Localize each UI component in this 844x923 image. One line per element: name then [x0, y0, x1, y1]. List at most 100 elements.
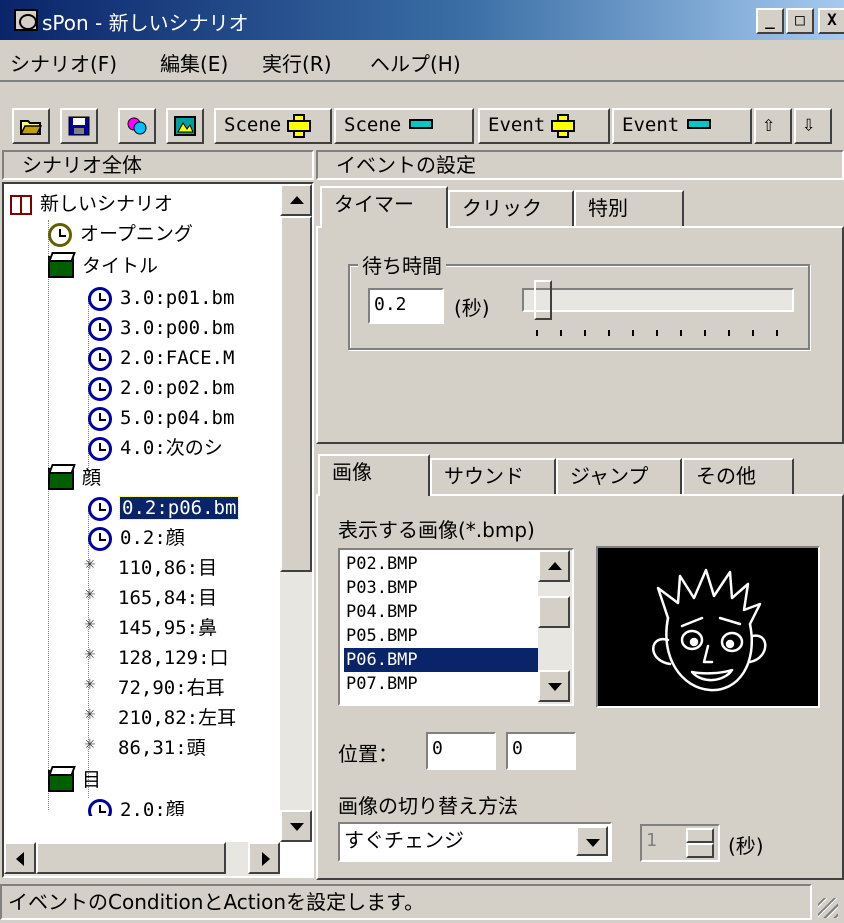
- switch-seconds-stepper[interactable]: 1: [640, 824, 720, 862]
- timer-clock-icon: [88, 798, 112, 816]
- timer-clock-icon: [88, 406, 112, 431]
- tree-node-click[interactable]: 210,82:左耳: [84, 700, 236, 732]
- save-button[interactable]: [60, 108, 98, 144]
- tree-node-opening[interactable]: オープニング: [48, 218, 193, 248]
- close-button[interactable]: X: [818, 8, 844, 34]
- tree-node-click[interactable]: 86,31:頭: [84, 730, 206, 762]
- scene-remove-button[interactable]: Scene: [334, 108, 474, 144]
- position-x-input[interactable]: 0: [426, 732, 496, 770]
- book-icon: [10, 194, 32, 215]
- tab-jump[interactable]: ジャンプ: [556, 458, 682, 496]
- event-add-button[interactable]: Event: [478, 108, 610, 144]
- click-cursor-icon: [84, 700, 110, 732]
- click-cursor-icon: [84, 610, 110, 642]
- tree-hscroll-thumb[interactable]: [36, 842, 226, 874]
- tree-node-root[interactable]: 新しいシナリオ: [10, 188, 173, 218]
- switch-method-label: 画像の切り替え方法: [338, 794, 518, 818]
- tab-special[interactable]: 特別: [574, 190, 684, 228]
- tree-node-event[interactable]: 2.0:p02.bm: [88, 372, 234, 402]
- tree-node-event[interactable]: 4.0:次のシ: [88, 432, 223, 462]
- wait-time-unit: (秒): [454, 296, 490, 320]
- scenario-tree[interactable]: 新しいシナリオ オープニング タイトル 3.0:p01.bm 3.0:p00.b…: [2, 182, 314, 878]
- tab-sound[interactable]: サウンド: [430, 458, 556, 496]
- tree-node-event[interactable]: 2.0:FACE.M: [88, 342, 234, 372]
- tree-node-event-selected[interactable]: 0.2:p06.bm: [88, 492, 240, 522]
- save-disk-icon: [68, 116, 90, 136]
- list-item[interactable]: P04.BMP: [344, 600, 540, 624]
- maximize-button[interactable]: □: [786, 8, 814, 34]
- position-y-input[interactable]: 0: [506, 732, 576, 770]
- scene-clapper-icon: [48, 255, 74, 278]
- tree-node-click[interactable]: 145,95:鼻: [84, 610, 217, 642]
- scene-clapper-icon: [48, 769, 74, 792]
- menu-scenario[interactable]: シナリオ(F): [10, 48, 117, 77]
- timer-clock-icon: [88, 376, 112, 401]
- status-bar: イベントのConditionとActionを設定します。: [0, 884, 844, 923]
- tree-scroll-thumb[interactable]: [280, 216, 312, 572]
- open-button[interactable]: [12, 108, 50, 144]
- switch-method-select[interactable]: すぐチェンジ: [338, 822, 612, 862]
- run-icon: [127, 117, 147, 135]
- list-item[interactable]: P07.BMP: [344, 672, 540, 696]
- click-cursor-icon: [84, 670, 110, 702]
- run-button[interactable]: [118, 108, 156, 144]
- tree-node-event[interactable]: 3.0:p00.bm: [88, 312, 234, 342]
- list-scroll-up-button[interactable]: [538, 550, 570, 582]
- tree-node-scene-eye[interactable]: 目: [48, 764, 101, 794]
- tree-node-event[interactable]: 2.0:顔: [88, 794, 185, 816]
- switch-seconds-unit: (秒): [728, 834, 764, 858]
- tree-node-click[interactable]: 110,86:目: [84, 550, 217, 582]
- list-scroll-thumb[interactable]: [538, 596, 570, 628]
- event-remove-label: Event: [622, 114, 680, 136]
- image-file-list[interactable]: P02.BMP P03.BMP P04.BMP P05.BMP P06.BMP …: [338, 548, 574, 706]
- click-cursor-icon: [84, 640, 110, 672]
- tree-scroll-left-button[interactable]: [4, 842, 36, 874]
- plus-icon: [287, 114, 312, 138]
- position-label: 位置：: [338, 742, 398, 766]
- tree-node-event[interactable]: 5.0:p04.bm: [88, 402, 234, 432]
- tree-scroll-right-button[interactable]: [248, 842, 280, 874]
- timer-clock-icon: [88, 316, 112, 341]
- timer-clock-icon: [88, 436, 112, 461]
- tree-node-click[interactable]: 72,90:右耳: [84, 670, 225, 702]
- tab-image[interactable]: 画像: [318, 454, 430, 496]
- tree-node-event[interactable]: 3.0:p01.bm: [88, 282, 234, 312]
- minimize-button[interactable]: _: [756, 8, 784, 34]
- scene-image-button[interactable]: [166, 108, 204, 144]
- tree-node-scene-face[interactable]: 顔: [48, 462, 101, 492]
- scene-add-button[interactable]: Scene: [214, 108, 332, 144]
- list-scroll-down-button[interactable]: [538, 670, 570, 702]
- tree-scroll-down-button[interactable]: [280, 810, 312, 842]
- list-item[interactable]: P02.BMP: [344, 552, 540, 576]
- tree-node-scene-title[interactable]: タイトル: [48, 250, 158, 280]
- move-down-button[interactable]: ⇩: [794, 108, 832, 144]
- tab-click[interactable]: クリック: [448, 190, 574, 228]
- event-add-label: Event: [488, 114, 546, 136]
- scenario-header: シナリオ全体: [2, 150, 314, 180]
- stepper-down-icon[interactable]: [686, 843, 714, 858]
- chevron-down-icon[interactable]: [576, 826, 608, 856]
- menu-edit[interactable]: 編集(E): [160, 48, 228, 77]
- tree-scroll-up-button[interactable]: [280, 184, 312, 216]
- resize-grip-icon[interactable]: [818, 898, 838, 918]
- wait-time-slider-track[interactable]: [522, 288, 794, 312]
- tree-node-event[interactable]: 0.2:顔: [88, 522, 185, 552]
- stepper-up-icon[interactable]: [686, 828, 714, 843]
- move-up-button[interactable]: ⇧: [754, 108, 792, 144]
- menu-run[interactable]: 実行(R): [262, 48, 332, 77]
- menu-help[interactable]: ヘルプ(H): [370, 48, 461, 77]
- tab-timer[interactable]: タイマー: [320, 186, 448, 228]
- list-item-selected[interactable]: P06.BMP: [344, 648, 540, 672]
- tree-node-click[interactable]: 128,129:口: [84, 640, 229, 672]
- tree-line: [48, 220, 49, 810]
- tree-node-click[interactable]: 165,84:目: [84, 580, 217, 612]
- wait-time-input[interactable]: 0.2: [368, 288, 444, 324]
- toolbar: Scene Scene Event Event ⇧ ⇩: [0, 86, 844, 148]
- list-item[interactable]: P05.BMP: [344, 624, 540, 648]
- list-item[interactable]: P03.BMP: [344, 576, 540, 600]
- app-icon[interactable]: [14, 9, 38, 31]
- event-remove-button[interactable]: Event: [612, 108, 752, 144]
- wait-time-slider-thumb[interactable]: [534, 280, 552, 320]
- tab-other[interactable]: その他: [682, 458, 794, 496]
- scene-clapper-icon: [48, 467, 74, 490]
